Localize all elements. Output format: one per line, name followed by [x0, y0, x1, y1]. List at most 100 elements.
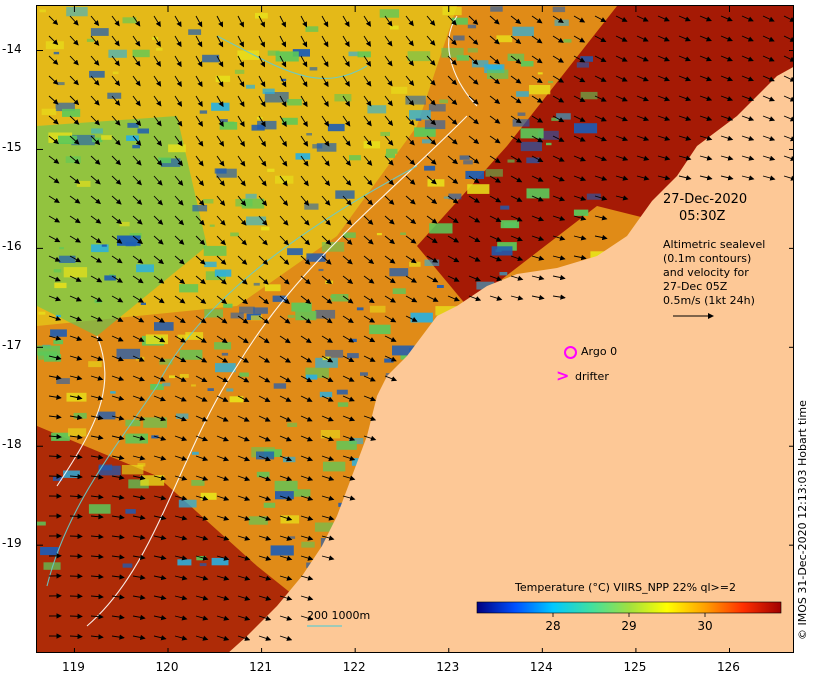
sst-patch	[101, 135, 112, 140]
sst-patch	[410, 312, 433, 323]
sst-patch	[156, 47, 163, 51]
sst-patch	[246, 84, 255, 89]
sst-patch	[214, 269, 232, 277]
sst-patch	[179, 284, 199, 293]
argo-label: Argo 0	[581, 345, 618, 358]
sst-patch	[459, 155, 470, 160]
sst-patch	[318, 268, 324, 272]
latitude-tick-label: -17	[2, 338, 22, 353]
sst-patch	[203, 199, 214, 204]
longitude-tick-label: 122	[342, 660, 366, 674]
sst-patch	[257, 120, 277, 130]
argo-marker-icon	[564, 346, 577, 359]
sst-patch	[209, 224, 215, 227]
sst-patch	[376, 233, 382, 236]
sst-patch	[301, 541, 315, 548]
sst-patch	[53, 51, 60, 55]
sst-patch	[192, 205, 208, 212]
sst-patch	[436, 285, 444, 288]
sst-patch	[321, 242, 345, 252]
sst-patch	[287, 314, 295, 318]
sst-patch	[336, 389, 348, 395]
sst-patch	[467, 24, 477, 29]
sst-patch	[546, 142, 552, 146]
sst-patch	[37, 521, 46, 526]
longitude-tick-label: 120	[155, 660, 179, 674]
sst-patch	[367, 105, 387, 114]
sst-patch	[580, 91, 598, 100]
sst-patch	[215, 363, 236, 373]
sst-patch	[53, 339, 64, 345]
sst-patch	[491, 246, 513, 256]
longitude-tick-label: 123	[436, 660, 460, 674]
sst-patch	[289, 536, 296, 539]
sst-patch	[273, 383, 287, 389]
sst-patch	[548, 80, 554, 84]
sst-patch	[110, 391, 116, 394]
sst-patch	[439, 99, 448, 104]
sst-patch	[537, 72, 543, 75]
sst-patch	[323, 461, 346, 472]
sst-patch	[499, 272, 508, 276]
sst-patch	[108, 49, 127, 58]
sst-patch	[287, 422, 298, 427]
sst-patch	[485, 169, 503, 177]
sst-patch	[490, 6, 503, 12]
sst-patch	[179, 349, 203, 360]
sst-patch	[369, 324, 391, 335]
sst-patch	[263, 502, 276, 508]
sst-patch	[199, 563, 207, 567]
sst-patch	[409, 261, 421, 267]
sst-patch	[125, 433, 148, 444]
sst-patch	[312, 144, 323, 149]
sst-patch	[275, 491, 294, 500]
latitude-tick-label: -18	[2, 437, 22, 452]
sst-patch	[407, 51, 431, 62]
sst-patch	[39, 9, 46, 13]
legend-note-4: 27-Dec 05Z	[663, 280, 728, 293]
sst-patch	[253, 282, 260, 286]
sst-patch	[56, 378, 70, 384]
sst-patch	[305, 374, 318, 380]
sst-patch	[204, 261, 217, 268]
sst-patch	[369, 305, 386, 313]
sst-patch	[239, 306, 255, 314]
sst-patch	[223, 303, 233, 308]
sst-patch	[529, 85, 551, 95]
sst-patch	[336, 440, 357, 450]
sst-patch	[158, 157, 171, 164]
sst-patch	[325, 349, 344, 358]
sst-patch	[512, 26, 534, 37]
sst-patch	[245, 193, 257, 199]
latitude-tick-label: -15	[2, 140, 22, 155]
sst-patch	[261, 226, 270, 231]
sst-patch	[188, 29, 202, 35]
sst-patch	[267, 168, 275, 172]
sst-patch	[554, 19, 569, 26]
sst-patch	[552, 6, 566, 13]
sst-patch	[145, 334, 168, 345]
sst-patch	[309, 67, 318, 71]
sst-patch	[424, 259, 440, 266]
sst-patch	[230, 312, 244, 319]
sst-patch	[250, 315, 263, 321]
sst-patch	[516, 91, 529, 97]
sst-patch	[409, 110, 431, 120]
sst-patch	[334, 94, 352, 102]
sst-patch	[122, 563, 133, 568]
sst-patch	[500, 205, 510, 210]
sst-patch	[356, 307, 364, 311]
sst-patch	[90, 28, 109, 36]
sst-patch	[517, 112, 526, 116]
sst-patch	[441, 47, 464, 58]
sst-patch	[104, 275, 116, 281]
colorbar-tick-label: 28	[545, 619, 560, 633]
sst-patch	[496, 35, 513, 43]
latitude-tick-label: -16	[2, 239, 22, 254]
sst-patch	[214, 342, 232, 350]
sst-patch	[427, 179, 445, 187]
sst-patch	[512, 119, 530, 127]
sst-patch	[291, 302, 312, 312]
sst-patch	[467, 48, 478, 53]
sst-patch	[45, 41, 64, 50]
